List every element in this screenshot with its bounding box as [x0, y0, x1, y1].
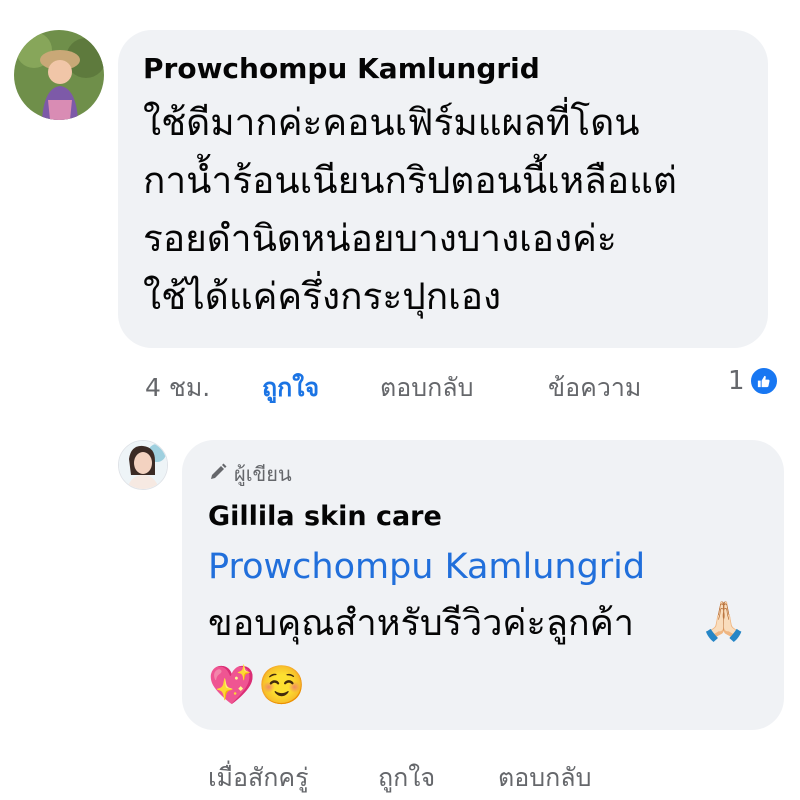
comment-reply-button[interactable]: ตอบกลับ: [380, 368, 473, 408]
reply-actions: เมื่อสักครู่ ถูกใจ ตอบกลับ: [0, 758, 800, 794]
reply-mention-link[interactable]: Prowchompu Kamlungrid: [208, 547, 645, 587]
comment-timestamp[interactable]: 4 ชม.: [145, 368, 210, 408]
reply-timestamp[interactable]: เมื่อสักครู่: [208, 758, 309, 798]
comment-text-line-1: ใช้ดีมากค่ะคอนเฟิร์มแผลที่โดน: [143, 101, 640, 144]
commenter-photo: [14, 30, 104, 120]
smiling-face-emoji: ☺️: [258, 663, 306, 707]
thumbs-up-icon: [748, 366, 779, 396]
commenter-avatar[interactable]: [14, 30, 104, 120]
reply-text: ขอบคุณสำหรับรีวิวค่ะลูกค้า: [208, 603, 635, 644]
reply-reply-button[interactable]: ตอบกลับ: [498, 758, 591, 798]
comment-text-line-2: กาน้ำร้อนเนียนกริปตอนนี้เหลือแต่: [143, 159, 677, 202]
comment-like-button[interactable]: ถูกใจ: [262, 368, 319, 408]
reaction-count: 1: [728, 366, 745, 396]
reaction-summary[interactable]: 1: [728, 366, 779, 396]
comment-author-name[interactable]: Prowchompu Kamlungrid: [143, 52, 540, 85]
folded-hands-emoji: 🙏🏻: [700, 599, 748, 643]
page-photo: [119, 441, 167, 489]
author-tag: ผู้เขียน: [208, 458, 292, 490]
comment-text-line-4: ใช้ได้แค่ครึ่งกระปุกเอง: [143, 275, 502, 318]
author-tag-label: ผู้เขียน: [234, 462, 292, 486]
comment-actions: 4 ชม. ถูกใจ ตอบกลับ ข้อความ: [0, 368, 800, 404]
reply-author-name[interactable]: Gillila skin care: [208, 501, 442, 532]
pencil-icon: [208, 462, 228, 487]
page-avatar[interactable]: [118, 440, 168, 490]
sparkling-heart-emoji: 💖: [208, 663, 256, 707]
comment-message-button[interactable]: ข้อความ: [548, 368, 641, 408]
comment-text-line-3: รอยดำนิดหน่อยบางบางเองค่ะ: [143, 217, 617, 260]
reply-like-button[interactable]: ถูกใจ: [378, 758, 435, 798]
